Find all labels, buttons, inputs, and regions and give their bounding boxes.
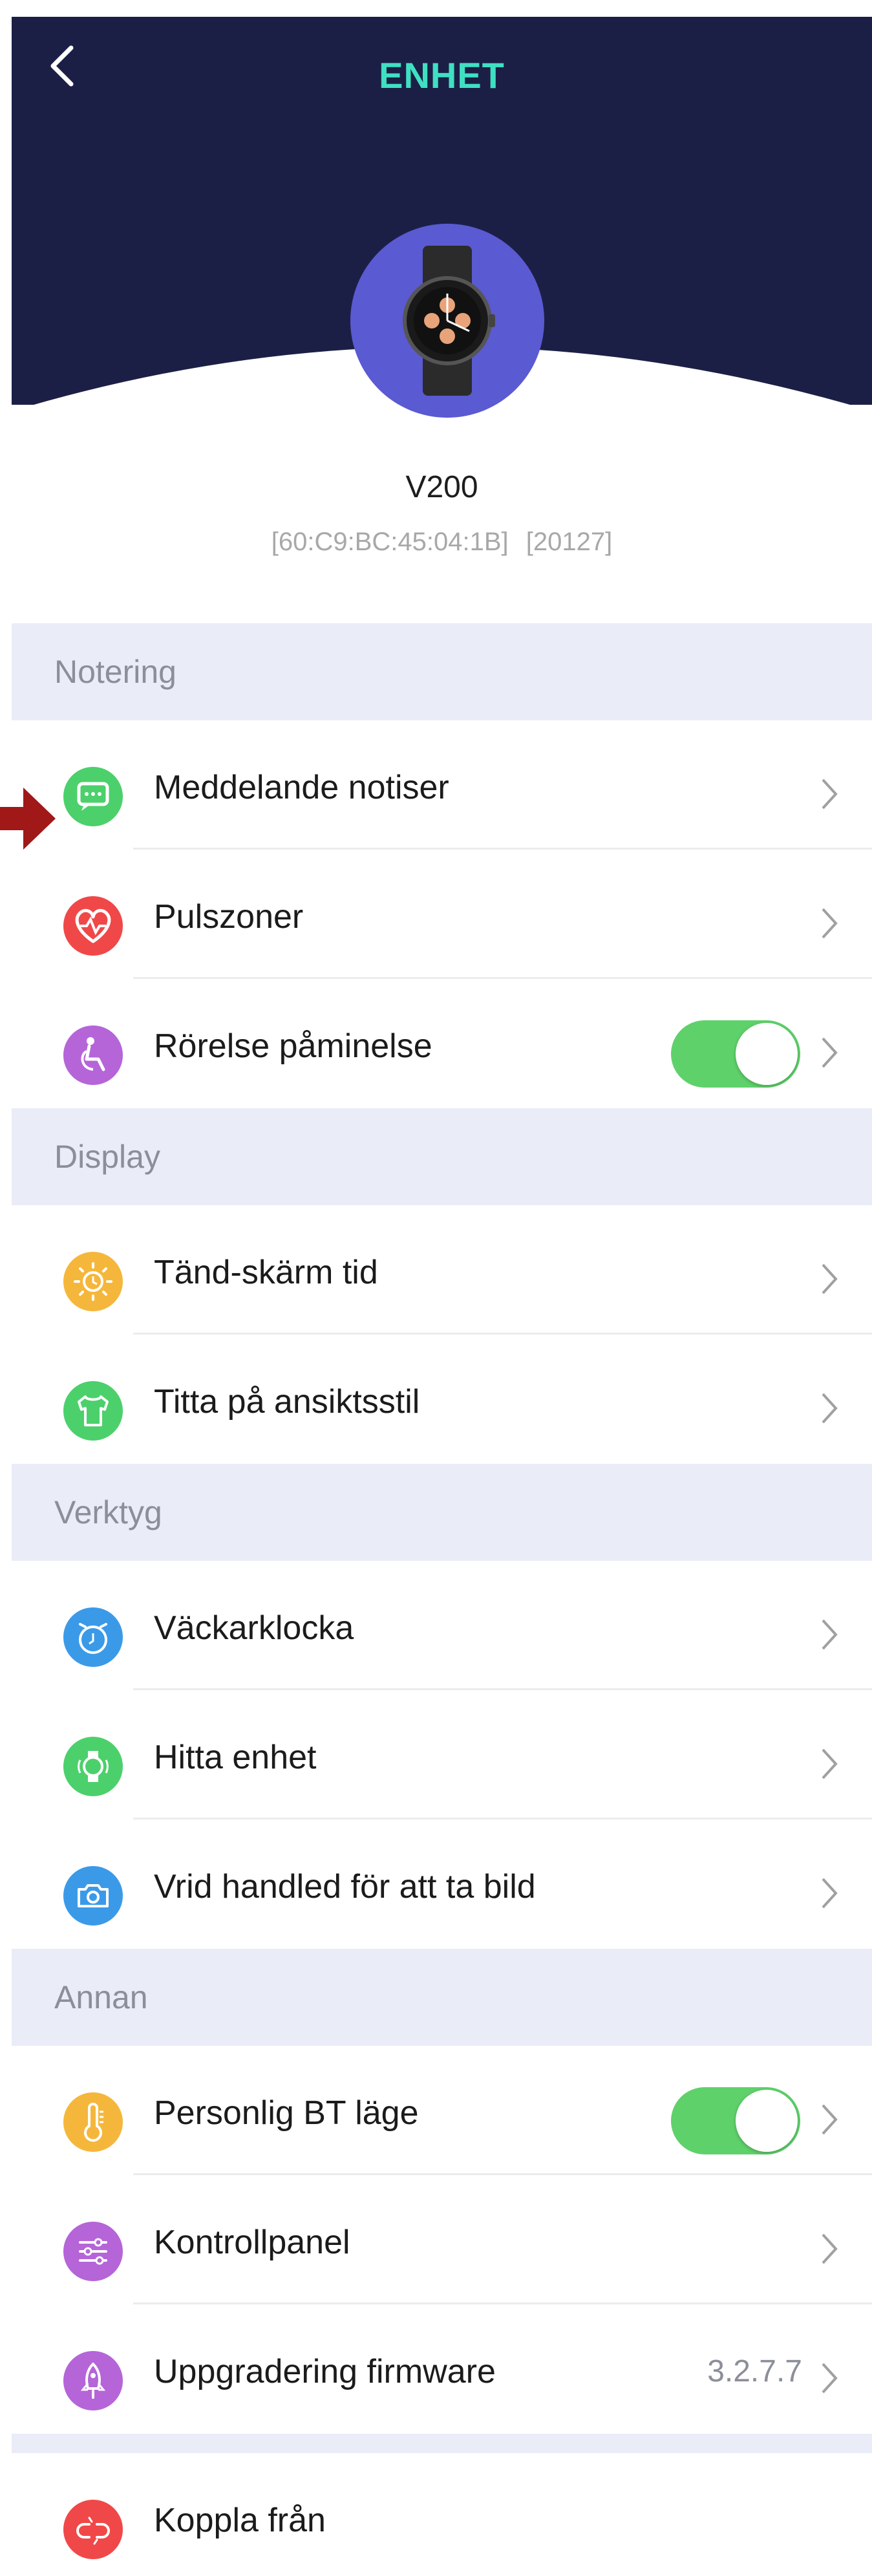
row-rorelse-paminelse[interactable]: Rörelse påminelse: [12, 979, 872, 1108]
section-verktyg: Verktyg: [12, 1464, 872, 1561]
unlink-icon: [63, 2500, 123, 2559]
section-annan: Annan: [12, 1949, 872, 2046]
device-id: [20127]: [526, 528, 613, 556]
chevron-right-icon: [816, 2359, 842, 2398]
row-personlig-bt-lage[interactable]: Personlig BT läge: [12, 2046, 872, 2175]
sitting-person-icon: [63, 1025, 123, 1085]
section-display: Display: [12, 1108, 872, 1205]
row-label: Personlig BT läge: [154, 2094, 419, 2132]
heart-pulse-icon: [63, 896, 123, 956]
row-label: Meddelande notiser: [154, 769, 449, 806]
row-titta-pa-ansiktsstil[interactable]: Titta på ansiktsstil: [12, 1335, 872, 1464]
section-label: Annan: [54, 1979, 148, 2015]
row-vackarklocka[interactable]: Väckarklocka: [12, 1561, 872, 1690]
device-meta: [60:C9:BC:45:04:1B] [20127]: [12, 528, 872, 557]
row-label: Rörelse påminelse: [154, 1027, 432, 1065]
page: ENHET V200 [60:C9:BC:45:04:1B] [20127] N…: [0, 0, 872, 2576]
section-notering: Notering: [12, 623, 872, 720]
section-label: Verktyg: [54, 1494, 162, 1530]
row-kontrollpanel[interactable]: Kontrollpanel: [12, 2175, 872, 2304]
row-tand-skarm-tid[interactable]: Tänd-skärm tid: [12, 1205, 872, 1335]
sun-clock-icon: [63, 1252, 123, 1311]
row-label: Kontrollpanel: [154, 2224, 350, 2261]
message-icon: [63, 767, 123, 826]
chevron-right-icon: [816, 2229, 842, 2268]
section-spacer: [12, 2434, 872, 2453]
smartwatch-icon: [403, 246, 495, 396]
shirt-icon: [63, 1381, 123, 1441]
row-uppgradering-firmware[interactable]: Uppgradering firmware 3.2.7.7: [12, 2304, 872, 2434]
section-label: Notering: [54, 654, 176, 690]
personal-bt-toggle[interactable]: [671, 2087, 800, 2154]
row-pulszoner[interactable]: Pulszoner: [12, 850, 872, 979]
chevron-right-icon: [816, 1874, 842, 1913]
row-label: Uppgradering firmware: [154, 2353, 496, 2390]
chevron-right-icon: [816, 1260, 842, 1298]
row-koppla-fran[interactable]: Koppla från: [12, 2453, 872, 2576]
row-label: Titta på ansiktsstil: [154, 1383, 420, 1421]
row-label: Koppla från: [154, 2502, 326, 2539]
row-label: Vrid handled för att ta bild: [154, 1868, 536, 1905]
page-title: ENHET: [379, 55, 505, 96]
camera-icon: [63, 1866, 123, 1926]
chevron-right-icon: [816, 1744, 842, 1783]
row-vrid-handled[interactable]: Vrid handled för att ta bild: [12, 1819, 872, 1949]
row-label: Tänd-skärm tid: [154, 1254, 378, 1291]
chevron-right-icon: [816, 1033, 842, 1072]
annotation-arrow-icon: [0, 788, 56, 850]
row-hitta-enhet[interactable]: Hitta enhet: [12, 1690, 872, 1819]
row-meddelande-notiser[interactable]: Meddelande notiser: [12, 720, 872, 850]
section-label: Display: [54, 1139, 160, 1175]
movement-reminder-toggle[interactable]: [671, 1020, 800, 1088]
toggle-knob: [736, 2090, 798, 2152]
device-mac: [60:C9:BC:45:04:1B]: [271, 528, 509, 556]
toggle-knob: [736, 1023, 798, 1085]
chevron-right-icon: [816, 1389, 842, 1428]
app-screen: ENHET V200 [60:C9:BC:45:04:1B] [20127] N…: [12, 17, 872, 2576]
row-label: Väckarklocka: [154, 1609, 354, 1647]
device-name: V200: [405, 470, 478, 504]
chevron-right-icon: [816, 904, 842, 943]
chevron-right-icon: [816, 2100, 842, 2139]
firmware-version: 3.2.7.7: [707, 2354, 802, 2388]
device-avatar[interactable]: [350, 224, 544, 418]
sliders-icon: [63, 2222, 123, 2281]
rocket-icon: [63, 2351, 123, 2410]
row-label: Hitta enhet: [154, 1739, 317, 1776]
row-label: Pulszoner: [154, 898, 304, 936]
thermometer-icon: [63, 2092, 123, 2152]
chevron-right-icon: [816, 775, 842, 813]
alarm-clock-icon: [63, 1607, 123, 1667]
chevron-right-icon: [816, 1615, 842, 1654]
find-watch-icon: [63, 1737, 123, 1796]
